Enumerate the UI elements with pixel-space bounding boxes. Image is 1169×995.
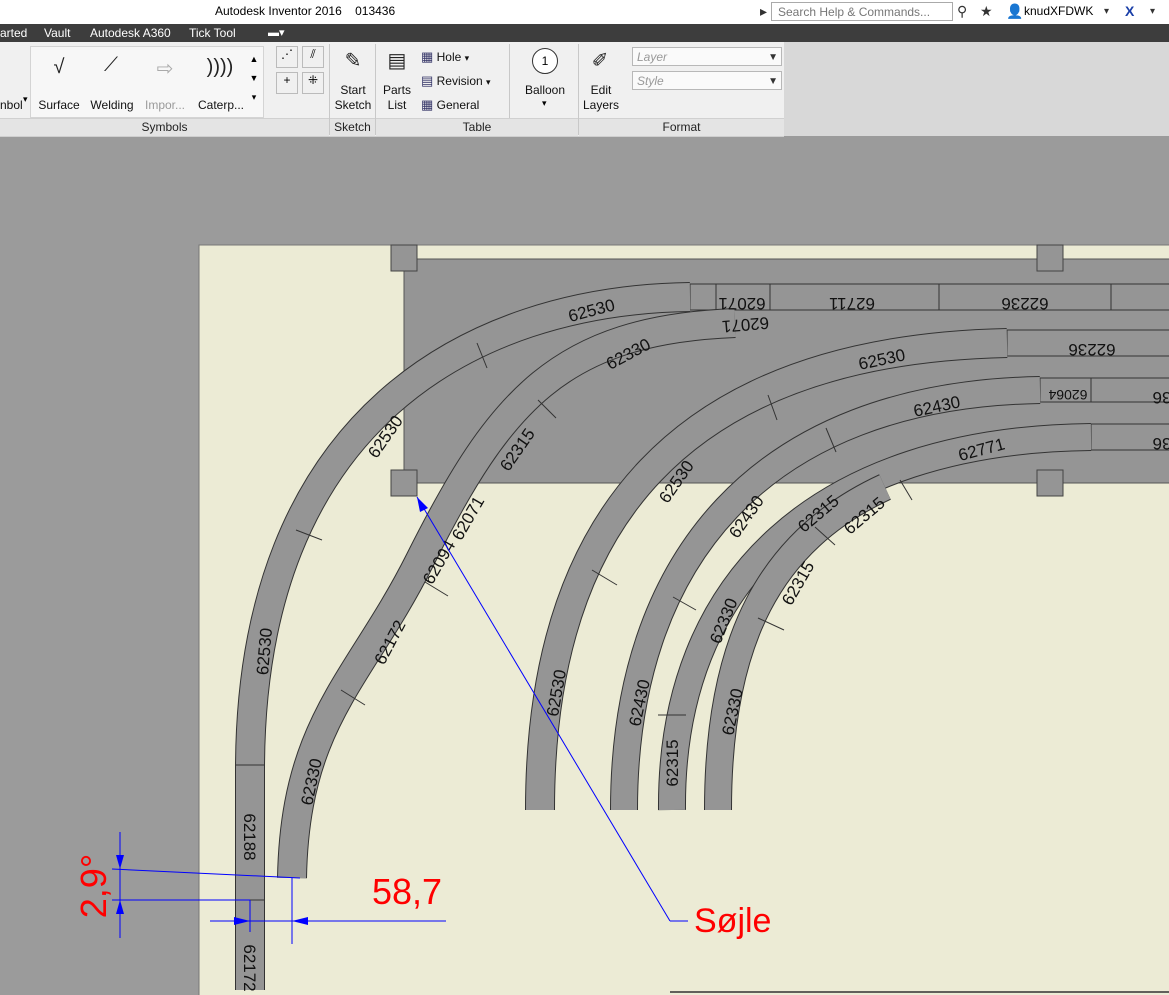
- exchange-x-icon[interactable]: X: [1125, 3, 1134, 19]
- tab-autodesk-a360[interactable]: Autodesk A360: [90, 24, 171, 42]
- column-callout[interactable]: Søjle: [694, 902, 771, 940]
- style-select[interactable]: Style ▼: [632, 71, 782, 90]
- caterpillar-button[interactable]: Caterp...: [196, 98, 246, 113]
- hole-table-icon: ▦: [421, 49, 434, 64]
- ribbon: nbol ▾ √ Surface ⟋ Welding ⇨ Impor... ))…: [0, 42, 784, 137]
- search-arrow-icon[interactable]: ▸: [760, 3, 767, 20]
- track-label: 62172: [240, 944, 259, 991]
- track-label: 62315: [663, 739, 682, 786]
- track-label: 62236: [1001, 294, 1048, 313]
- chevron-down-icon[interactable]: ▾: [1150, 6, 1155, 17]
- edit-layers-label-1: Edit: [590, 83, 612, 97]
- panel-table: Table: [376, 118, 578, 136]
- revision-table-icon: ▤: [421, 73, 434, 88]
- separator: [509, 44, 510, 118]
- chevron-down-icon[interactable]: ▾: [542, 98, 547, 109]
- track-label: 36: [1153, 388, 1169, 407]
- hole-table-button[interactable]: ▦ Hole ▾: [421, 49, 469, 65]
- welding-button[interactable]: Welding: [87, 98, 137, 113]
- track-label: 62711: [829, 294, 875, 313]
- revision-table-label: Revision: [436, 74, 483, 88]
- dashed-line-icon[interactable]: ⋰: [276, 46, 298, 68]
- balloon-button[interactable]: Balloon: [520, 83, 570, 98]
- track-label: 62188: [240, 813, 259, 860]
- parts-list-button[interactable]: Parts List: [378, 83, 416, 113]
- general-table-button[interactable]: ▦ General: [421, 97, 479, 113]
- track-label: 62071: [718, 294, 765, 313]
- chevron-down-icon[interactable]: ▾: [23, 94, 28, 105]
- track-label: 62236: [1068, 340, 1115, 359]
- star-icon[interactable]: ★: [980, 3, 993, 20]
- tab-tick-tool[interactable]: Tick Tool: [189, 24, 236, 42]
- tab-getting-started[interactable]: arted: [0, 24, 27, 42]
- symbol-button-label[interactable]: nbol: [0, 98, 23, 113]
- edit-layers-icon[interactable]: ✐: [585, 48, 615, 73]
- parts-list-label-1: Parts: [382, 83, 411, 97]
- revision-table-button[interactable]: ▤ Revision ▾: [421, 73, 491, 89]
- edit-layers-button[interactable]: Edit Layers: [580, 83, 622, 113]
- hatch-icon[interactable]: ⫽: [302, 46, 324, 68]
- tab-vault[interactable]: Vault: [44, 24, 70, 42]
- user-icon: 👤: [1006, 3, 1024, 19]
- surface-texture-icon[interactable]: √: [42, 56, 76, 79]
- surface-button[interactable]: Surface: [34, 98, 84, 113]
- chevron-down-icon: ▾: [486, 77, 491, 87]
- layer-select[interactable]: Layer ▼: [632, 47, 782, 66]
- angle-dimension[interactable]: 2,9°: [73, 854, 114, 918]
- ribbon-empty-area: [784, 42, 1169, 136]
- welding-icon[interactable]: ⟋: [94, 54, 128, 77]
- chevron-down-icon: ▼: [768, 76, 778, 87]
- style-select-value: Style: [637, 74, 664, 88]
- parts-list-icon[interactable]: ▤: [382, 48, 412, 73]
- start-sketch-label-1: Start: [340, 83, 366, 97]
- import-button[interactable]: Impor...: [140, 98, 190, 113]
- panel-symbols: Symbols: [0, 118, 329, 136]
- title-bar: Autodesk Inventor 2016 013436 ▸ Search H…: [0, 0, 1169, 24]
- gallery-scroll[interactable]: ▲ ▼ ▾: [248, 50, 260, 107]
- length-dimension[interactable]: 58,7: [372, 871, 442, 912]
- line-tools: ⋰ ⫽ + ⁜: [268, 42, 328, 118]
- track-label: 36: [1153, 434, 1169, 453]
- search-input[interactable]: Search Help & Commands...: [771, 2, 953, 21]
- balloon-icon[interactable]: 1: [532, 48, 558, 74]
- drawing-canvas[interactable]: 62530 62071 62711 62236 62330 62071 6223…: [0, 137, 1169, 995]
- window-title: Autodesk Inventor 2016 013436: [215, 4, 396, 18]
- camera-dropdown-icon[interactable]: ▬▾: [268, 24, 285, 42]
- column-square[interactable]: [390, 469, 418, 497]
- layer-select-value: Layer: [637, 50, 668, 64]
- start-sketch-label-2: Sketch: [334, 98, 372, 112]
- panel-format: Format: [579, 118, 784, 136]
- caterpillar-icon[interactable]: )))): [203, 56, 237, 79]
- parts-list-label-2: List: [387, 98, 407, 112]
- center-pattern-icon[interactable]: ⁜: [302, 72, 324, 94]
- start-sketch-icon[interactable]: ✎: [336, 48, 370, 73]
- hole-table-label: Hole: [436, 50, 462, 64]
- start-sketch-button[interactable]: Start Sketch: [330, 83, 376, 113]
- panel-sketch: Sketch: [330, 118, 375, 136]
- menu-bar: arted Vault Autodesk A360 Tick Tool ▬▾: [0, 24, 1169, 42]
- chevron-down-icon: ▼: [768, 52, 778, 63]
- track-label: 62064: [1048, 387, 1087, 403]
- binoculars-icon[interactable]: ⚲: [957, 3, 967, 20]
- column-square[interactable]: [1036, 469, 1064, 497]
- chevron-down-icon: ▾: [464, 53, 470, 63]
- edit-layers-label-2: Layers: [582, 98, 620, 112]
- general-table-label: General: [436, 98, 480, 112]
- chevron-down-icon[interactable]: ▾: [1104, 6, 1109, 17]
- column-square[interactable]: [390, 244, 418, 272]
- import-icon[interactable]: ⇨: [148, 56, 182, 81]
- user-name[interactable]: knudXFDWK: [1024, 4, 1093, 18]
- center-mark-icon[interactable]: +: [276, 72, 298, 94]
- general-table-icon: ▦: [421, 97, 434, 112]
- column-square[interactable]: [1036, 244, 1064, 272]
